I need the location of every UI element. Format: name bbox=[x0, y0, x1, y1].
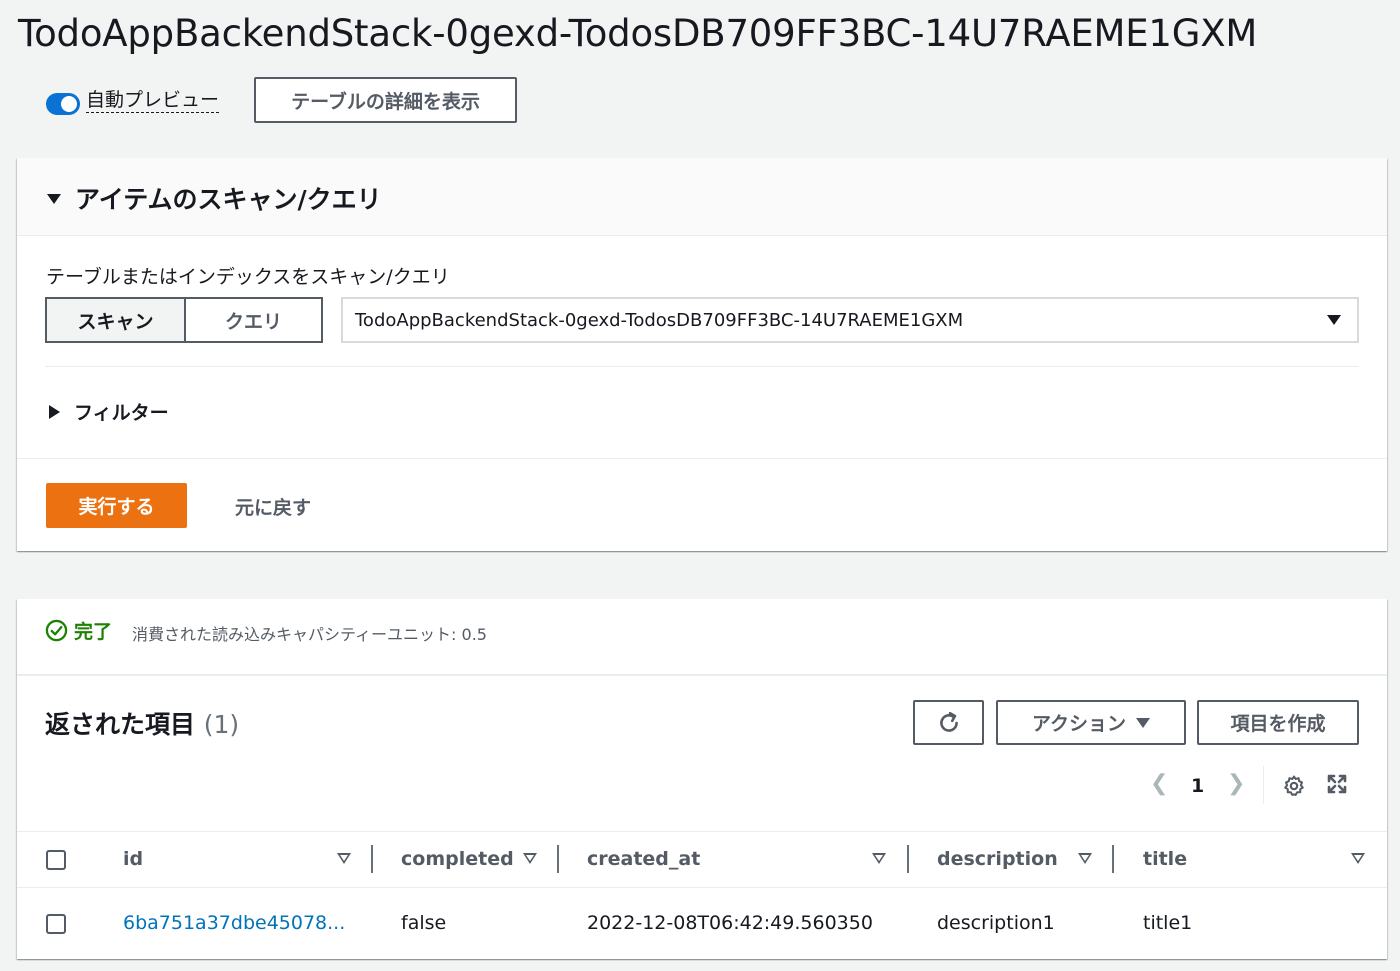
table-border bbox=[17, 831, 1387, 832]
divider bbox=[17, 458, 1387, 459]
actions-button[interactable]: アクション bbox=[996, 700, 1186, 745]
capacity-units-text: 消費された読み込みキャパシティーユニット: 0.5 bbox=[132, 625, 487, 644]
results-title: 返された項目 (1) bbox=[45, 705, 239, 741]
results-count: (1) bbox=[203, 710, 240, 739]
fullscreen-icon[interactable] bbox=[1326, 773, 1348, 795]
refresh-icon bbox=[939, 711, 958, 732]
query-tab[interactable]: クエリ bbox=[184, 297, 323, 343]
item-id-link[interactable]: 6ba751a37dbe45078... bbox=[123, 912, 345, 934]
column-header-id[interactable]: id bbox=[123, 848, 143, 870]
table-border bbox=[17, 887, 1387, 888]
results-title-text: 返された項目 bbox=[45, 710, 196, 739]
table-select[interactable]: TodoAppBackendStack-0gexd-TodosDB709FF3B… bbox=[341, 297, 1359, 343]
cell-created-at: 2022-12-08T06:42:49.560350 bbox=[587, 912, 873, 934]
page-number[interactable]: 1 bbox=[1191, 775, 1204, 797]
caret-right-icon[interactable] bbox=[49, 405, 60, 419]
gear-icon[interactable] bbox=[1282, 774, 1306, 798]
scan-query-header[interactable]: アイテムのスキャン/クエリ bbox=[17, 158, 1387, 236]
dropdown-caret-icon bbox=[1327, 315, 1341, 325]
column-header-description[interactable]: description bbox=[937, 848, 1058, 870]
caret-down-icon bbox=[47, 194, 61, 204]
cell-title: title1 bbox=[1143, 912, 1193, 934]
sort-icon[interactable] bbox=[337, 853, 351, 864]
page-title: TodoAppBackendStack-0gexd-TodosDB709FF3B… bbox=[18, 12, 1258, 55]
scan-query-panel: アイテムのスキャン/クエリ テーブルまたはインデックスをスキャン/クエリ スキャ… bbox=[17, 158, 1387, 551]
results-panel: 完了 消費された読み込みキャパシティーユニット: 0.5 返された項目 (1) … bbox=[17, 599, 1387, 959]
column-header-completed[interactable]: completed bbox=[401, 848, 514, 870]
table-select-value: TodoAppBackendStack-0gexd-TodosDB709FF3B… bbox=[355, 309, 964, 331]
filter-toggle[interactable]: フィルター bbox=[74, 398, 169, 425]
sort-icon[interactable] bbox=[1078, 853, 1092, 864]
divider bbox=[45, 366, 1359, 367]
view-table-details-button[interactable]: テーブルの詳細を表示 bbox=[254, 77, 517, 123]
divider bbox=[17, 674, 1387, 676]
select-all-checkbox[interactable] bbox=[46, 850, 66, 870]
column-resizer[interactable] bbox=[907, 845, 909, 873]
row-checkbox[interactable] bbox=[46, 914, 66, 934]
check-circle-icon bbox=[45, 619, 68, 642]
sort-icon[interactable] bbox=[523, 853, 537, 864]
column-header-title[interactable]: title bbox=[1143, 848, 1187, 870]
scan-target-label: テーブルまたはインデックスをスキャン/クエリ bbox=[46, 266, 450, 288]
actions-button-label: アクション bbox=[1031, 713, 1127, 735]
reset-button[interactable]: 元に戻す bbox=[235, 493, 311, 520]
sort-icon[interactable] bbox=[872, 853, 886, 864]
refresh-button[interactable] bbox=[913, 700, 984, 745]
divider bbox=[1263, 766, 1264, 804]
cell-description: description1 bbox=[937, 912, 1055, 934]
column-header-created-at[interactable]: created_at bbox=[587, 848, 700, 870]
chevron-left-icon[interactable]: ❮ bbox=[1150, 771, 1168, 796]
cell-completed: false bbox=[401, 912, 447, 934]
chevron-right-icon[interactable]: ❯ bbox=[1227, 771, 1245, 796]
create-item-button[interactable]: 項目を作成 bbox=[1197, 700, 1359, 745]
chevron-down-icon bbox=[1136, 717, 1151, 728]
column-resizer[interactable] bbox=[557, 845, 559, 873]
scan-query-title: アイテムのスキャン/クエリ bbox=[75, 185, 382, 214]
auto-preview-toggle[interactable] bbox=[46, 93, 80, 115]
auto-preview-label: 自動プレビュー bbox=[86, 89, 220, 113]
sort-icon[interactable] bbox=[1351, 853, 1365, 864]
scan-tab[interactable]: スキャン bbox=[45, 297, 186, 343]
column-resizer[interactable] bbox=[371, 845, 373, 873]
status-badge: 完了 bbox=[74, 621, 113, 643]
column-resizer[interactable] bbox=[1112, 845, 1114, 873]
run-button[interactable]: 実行する bbox=[46, 483, 187, 528]
